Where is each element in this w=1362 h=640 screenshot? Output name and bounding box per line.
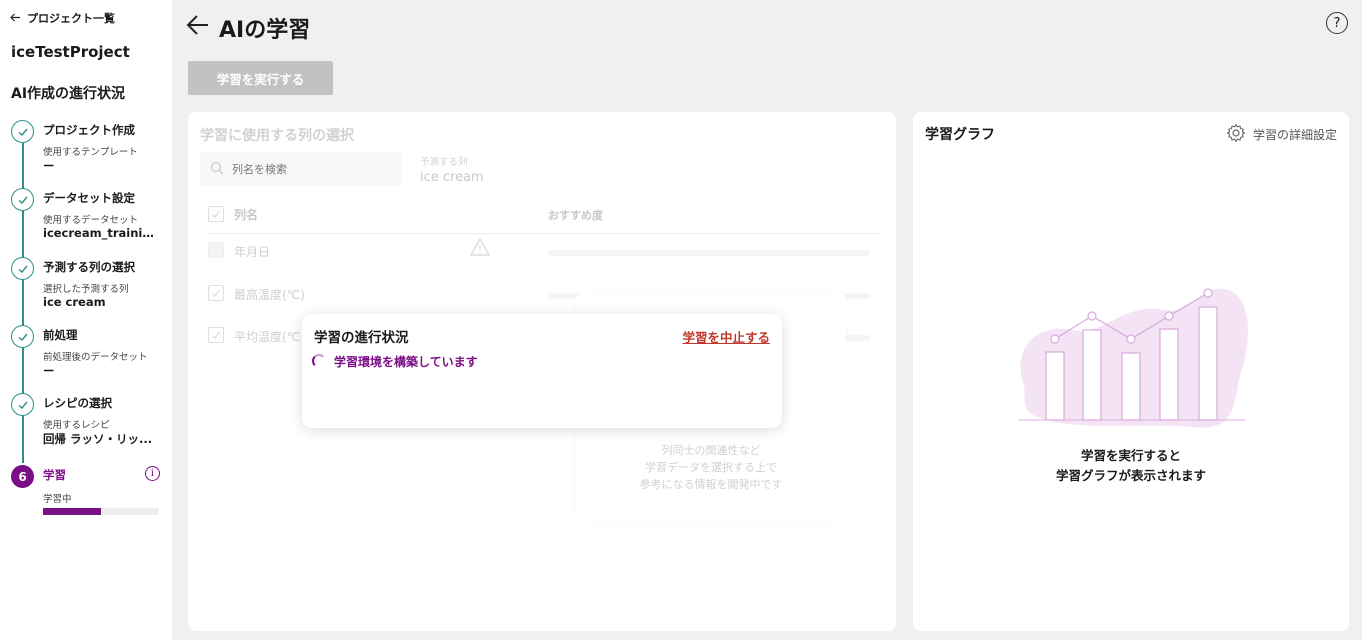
recommendation-bar bbox=[548, 250, 870, 256]
column-name: 平均温度(℃ bbox=[234, 330, 301, 344]
gear-icon bbox=[1226, 123, 1246, 146]
select-all-checkbox[interactable] bbox=[208, 206, 224, 222]
step-sub: 使用するテンプレート bbox=[43, 147, 138, 158]
info-line: 列同士の関連性など bbox=[661, 444, 761, 457]
step-value: 回帰 ラッソ・リッ... bbox=[43, 432, 153, 446]
step-value: ice cream bbox=[43, 295, 106, 309]
row-checkbox[interactable] bbox=[208, 242, 224, 258]
empty-graph-illustration bbox=[1013, 282, 1253, 436]
step-sub: 学習中 bbox=[43, 494, 72, 505]
step-sub: 使用するデータセット bbox=[43, 215, 139, 226]
column-selection-title: 学習に使用する列の選択 bbox=[200, 128, 354, 144]
popup-status: 学習環境を構築しています bbox=[334, 355, 478, 369]
back-to-projects-link[interactable]: プロジェクト一覧 bbox=[10, 10, 115, 26]
column-name-header: 列名 bbox=[234, 208, 259, 222]
column-name: 最高温度(℃) bbox=[234, 288, 305, 302]
empty-graph-message: 学習を実行すると 学習グラフが表示されます bbox=[913, 446, 1349, 486]
training-progress-fill bbox=[43, 508, 101, 515]
info-line: 学習データを選択する上で bbox=[645, 461, 777, 474]
empty-message-line: 学習を実行すると bbox=[1080, 448, 1181, 463]
row-checkbox[interactable] bbox=[208, 285, 224, 301]
target-column-label: 予測する列 bbox=[420, 157, 468, 168]
table-row[interactable]: 年月日 bbox=[208, 237, 880, 268]
step-title: 学習 bbox=[43, 468, 66, 482]
search-icon bbox=[210, 160, 224, 179]
step-number-badge: 6 bbox=[11, 465, 34, 488]
column-search[interactable] bbox=[200, 152, 402, 186]
step-title: データセット設定 bbox=[43, 191, 135, 205]
training-progress-bar bbox=[43, 508, 159, 515]
step-value: ー bbox=[43, 159, 55, 173]
check-icon bbox=[11, 188, 34, 211]
loading-spinner-icon bbox=[312, 354, 326, 368]
step-sub: 使用するレシピ bbox=[43, 420, 110, 431]
graph-title: 学習グラフ bbox=[925, 127, 995, 143]
run-training-button[interactable]: 学習を実行する bbox=[188, 61, 333, 95]
project-name: iceTestProject bbox=[11, 43, 130, 61]
step-value: ー bbox=[43, 364, 55, 378]
training-graph-panel: 学習グラフ 学習の詳細設定 学習を実行すると 学習グラフが表示されます bbox=[913, 112, 1349, 631]
back-arrow-icon[interactable] bbox=[186, 14, 210, 40]
table-header: 列名 おすすめ度 bbox=[208, 204, 880, 234]
step-title: プロジェクト作成 bbox=[43, 123, 135, 137]
progress-title: AI作成の進行状況 bbox=[11, 86, 126, 102]
info-line: 参考になる情報を開発中です bbox=[639, 478, 783, 491]
training-settings-link[interactable]: 学習の詳細設定 bbox=[1226, 123, 1337, 146]
help-icon[interactable]: ? bbox=[1326, 12, 1348, 34]
step-title: 前処理 bbox=[43, 328, 78, 342]
step-sub: 選択した予測する列 bbox=[43, 284, 129, 295]
stop-training-link[interactable]: 学習を中止する bbox=[682, 327, 770, 346]
popup-title: 学習の進行状況 bbox=[314, 330, 409, 346]
check-icon bbox=[11, 120, 34, 143]
settings-label: 学習の詳細設定 bbox=[1252, 128, 1337, 142]
page-title: AIの学習 bbox=[219, 18, 311, 43]
step-value: icecream_training... bbox=[43, 226, 161, 240]
sidebar: プロジェクト一覧 iceTestProject AI作成の進行状況 プロジェクト… bbox=[0, 0, 172, 640]
step-sub: 前処理後のデータセット bbox=[43, 352, 148, 363]
info-card-text: 列同士の関連性など 学習データを選択する上で 参考になる情報を開発中です bbox=[576, 442, 846, 493]
column-name: 年月日 bbox=[234, 245, 271, 259]
training-progress-popup: 学習の進行状況 学習を中止する 学習環境を構築しています bbox=[302, 314, 782, 428]
check-icon bbox=[11, 257, 34, 280]
step-title: 予測する列の選択 bbox=[43, 260, 135, 274]
row-checkbox[interactable] bbox=[208, 327, 224, 343]
target-column-value: ice cream bbox=[420, 170, 484, 185]
check-icon bbox=[11, 393, 34, 416]
check-icon bbox=[11, 325, 34, 348]
search-input[interactable] bbox=[232, 162, 392, 176]
arrow-left-icon bbox=[10, 12, 21, 25]
warning-icon bbox=[469, 237, 491, 260]
back-label: プロジェクト一覧 bbox=[27, 12, 115, 25]
recommendation-header: おすすめ度 bbox=[548, 209, 603, 222]
empty-message-line: 学習グラフが表示されます bbox=[1055, 468, 1206, 483]
step-title: レシピの選択 bbox=[43, 396, 112, 410]
info-icon[interactable]: i bbox=[145, 466, 160, 481]
